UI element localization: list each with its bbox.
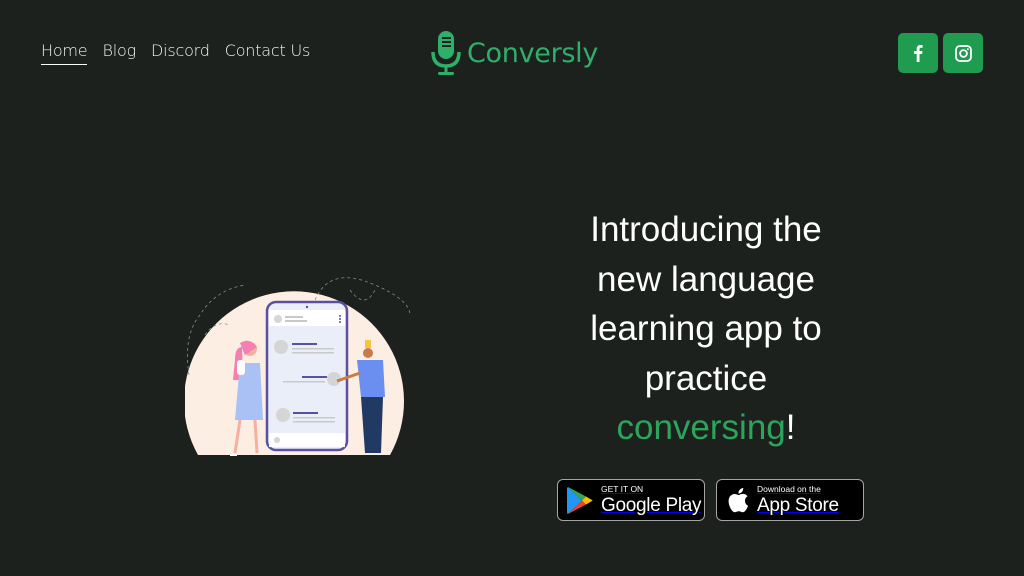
headline-line-2: new language xyxy=(597,259,815,299)
nav-contact-us[interactable]: Contact Us xyxy=(225,41,311,65)
hero-headline: Introducing the new language learning ap… xyxy=(556,205,856,453)
headline-line-3: learning app to xyxy=(590,309,822,348)
app-store-big: App Store xyxy=(757,494,839,516)
nav-blog[interactable]: Blog xyxy=(102,41,136,65)
hero-illustration xyxy=(185,277,411,456)
facebook-button[interactable] xyxy=(898,33,938,73)
facebook-icon xyxy=(914,45,923,62)
phone xyxy=(265,300,349,452)
google-play-icon xyxy=(567,486,593,514)
headline-accent: conversing xyxy=(616,408,786,447)
nav-discord[interactable]: Discord xyxy=(151,41,210,65)
app-store-button[interactable]: Download on the App Store xyxy=(716,479,864,521)
headline-punct: ! xyxy=(785,408,796,447)
logo[interactable]: Conversly xyxy=(431,30,598,76)
google-play-small: GET IT ON xyxy=(601,484,644,495)
microphone-icon xyxy=(431,31,461,75)
google-play-button[interactable]: GET IT ON Google Play xyxy=(557,479,705,521)
app-store-small: Download on the xyxy=(757,484,821,495)
headline-line-1: Introducing the xyxy=(590,210,822,249)
headline-line-5: conversing! xyxy=(556,403,856,453)
instagram-icon xyxy=(954,44,972,62)
main-nav: Home Blog Discord Contact Us xyxy=(41,41,310,65)
logo-text: Conversly xyxy=(467,37,599,69)
google-play-big: Google Play xyxy=(601,494,702,516)
nav-home[interactable]: Home xyxy=(41,41,88,65)
store-badges: GET IT ON Google Play Download on the Ap… xyxy=(557,479,864,521)
apple-icon xyxy=(728,488,749,513)
instagram-button[interactable] xyxy=(943,33,983,73)
social-links xyxy=(898,33,983,73)
headline-line-4: practice xyxy=(644,358,768,398)
